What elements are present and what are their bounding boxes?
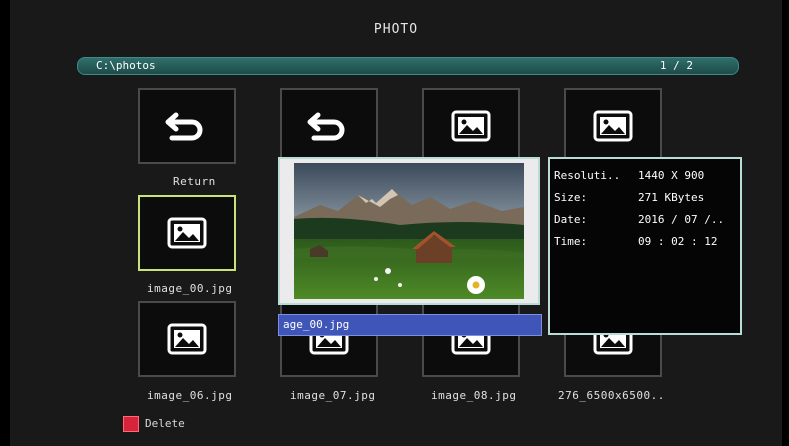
- page-indicator: 1 / 2: [659, 59, 693, 72]
- return-icon: [165, 112, 203, 141]
- image-tile-selected[interactable]: [138, 195, 236, 271]
- image-label: image_07.jpg: [290, 389, 376, 402]
- image-label: image_08.jpg: [431, 389, 517, 402]
- image-tile[interactable]: [422, 88, 520, 164]
- image-tile[interactable]: [564, 88, 662, 164]
- return-tile[interactable]: [138, 88, 236, 164]
- photo-preview: [278, 157, 540, 305]
- image-icon: [167, 323, 207, 355]
- image-tile[interactable]: [280, 301, 378, 377]
- image-icon: [167, 217, 207, 249]
- time-value: 09 : 02 : 12: [638, 235, 718, 248]
- date-value: 2016 / 07 /..: [638, 213, 725, 226]
- image-label: image_06.jpg: [147, 389, 233, 402]
- image-tile[interactable]: [138, 301, 236, 377]
- delete-label: Delete: [145, 417, 185, 430]
- resolution-label: Resoluti..: [554, 169, 621, 182]
- resolution-value: 1440 X 900: [638, 169, 705, 182]
- image-icon: [593, 110, 633, 142]
- return-label: Return: [173, 175, 216, 188]
- photo-browser-screen: PHOTO C:\photos 1 / 2 Return image_00.jp…: [10, 0, 782, 446]
- size-value: 271 KBytes: [638, 191, 705, 204]
- image-label: 276_6500x6500..: [558, 389, 665, 402]
- current-path: C:\photos: [96, 59, 156, 72]
- return-icon: [307, 112, 345, 141]
- path-bar: C:\photos 1 / 2: [77, 57, 739, 75]
- date-label: Date:: [554, 213, 588, 226]
- photo-info-panel: Resoluti.. 1440 X 900 Size: 271 KBytes D…: [548, 157, 742, 335]
- image-icon: [451, 110, 491, 142]
- landscape-photo: [280, 159, 538, 303]
- page-title: PHOTO: [373, 22, 419, 37]
- time-label: Time:: [554, 235, 588, 248]
- preview-filename: age_00.jpg: [278, 314, 542, 336]
- delete-key-icon[interactable]: [123, 416, 139, 432]
- image-tile[interactable]: [422, 301, 520, 377]
- size-label: Size:: [554, 191, 588, 204]
- return-tile-2[interactable]: [280, 88, 378, 164]
- selected-image-label: image_00.jpg: [147, 282, 233, 295]
